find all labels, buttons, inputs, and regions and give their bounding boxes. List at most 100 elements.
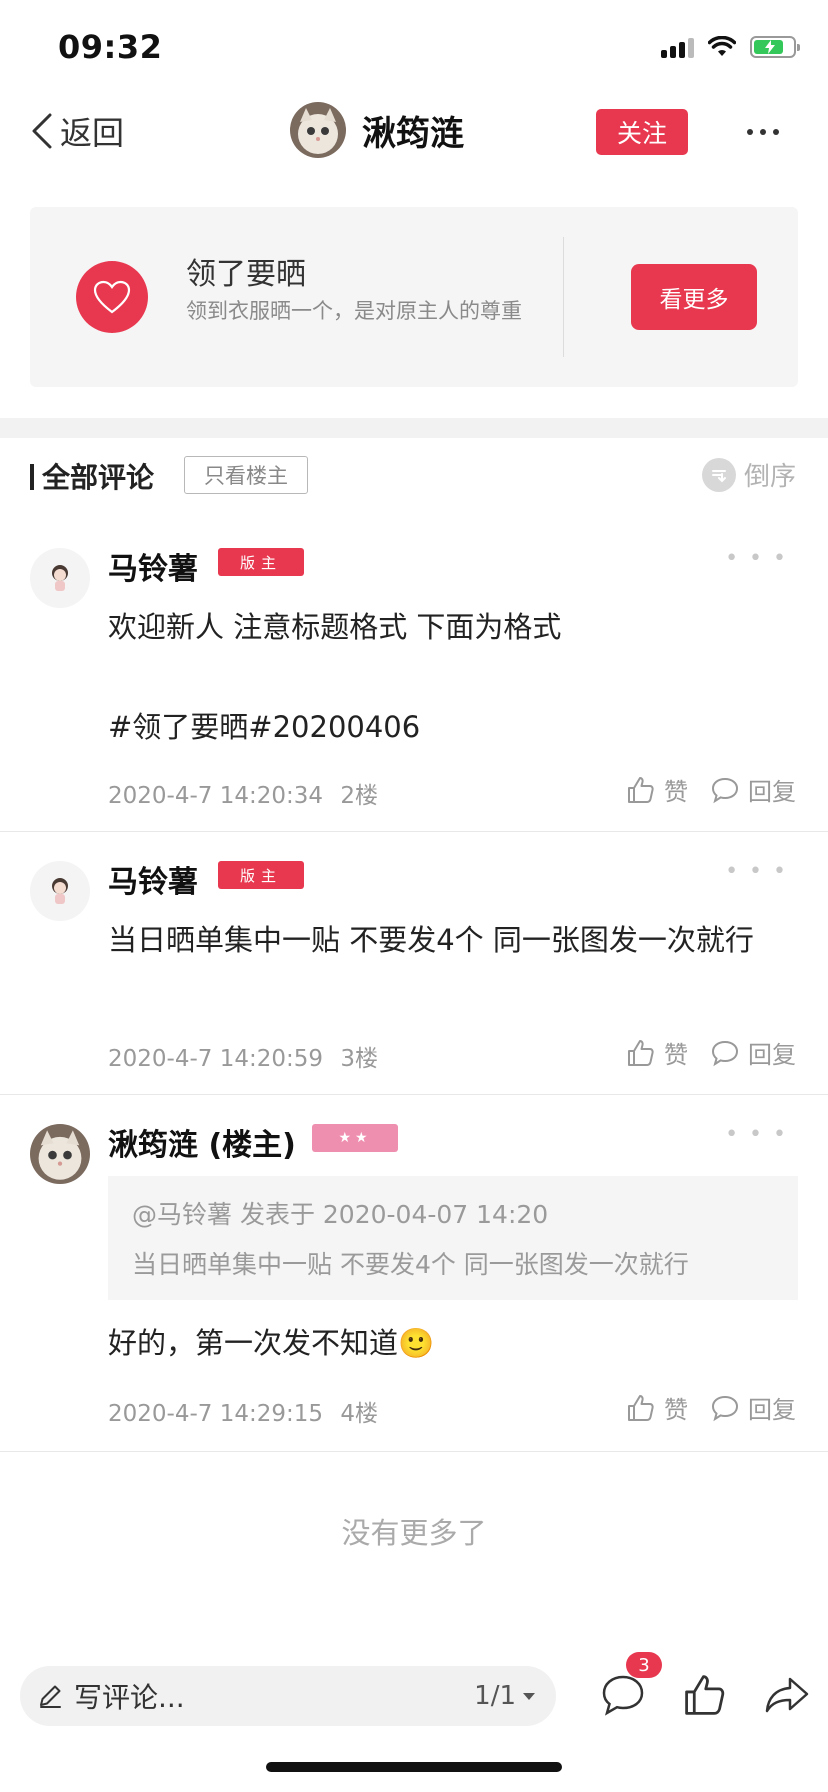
thumbs-up-icon: [628, 1394, 654, 1421]
like-label: 赞: [664, 778, 688, 806]
comment-floor: 2楼: [340, 783, 378, 809]
comment-actions: 赞 回复: [626, 1035, 796, 1070]
nav-bar: 返回 湫筠涟 关注: [0, 92, 828, 172]
forum-divider: [563, 237, 564, 357]
only-host-button[interactable]: 只看楼主: [184, 456, 308, 494]
back-label: 返回: [60, 114, 125, 152]
comment-item: 马铃薯 版主 • • • 当日晒单集中一贴 不要发4个 同一张图发一次就行 20…: [0, 833, 828, 1095]
thumbs-up-icon: [628, 1039, 654, 1066]
like-post-button[interactable]: [680, 1670, 730, 1720]
comment-floor: 3楼: [340, 1046, 378, 1072]
more-dots-icon[interactable]: • • •: [725, 1122, 788, 1147]
more-dots-icon[interactable]: • • •: [725, 546, 788, 571]
pencil-icon: [40, 1685, 61, 1708]
author-avatar[interactable]: [290, 102, 346, 158]
nav-author[interactable]: 湫筠涟: [290, 102, 464, 158]
commenter-avatar[interactable]: [30, 548, 90, 608]
comment-time: 2020-4-7 14:20:59: [108, 1046, 324, 1072]
caret-down-icon: [523, 1693, 535, 1700]
follow-button[interactable]: 关注: [596, 109, 688, 155]
like-button[interactable]: 赞: [626, 772, 688, 807]
comment-meta: 2020-4-7 14:20:34 2楼: [108, 776, 378, 810]
like-label: 赞: [664, 1396, 688, 1424]
comment-item: 马铃薯 版主 • • • 欢迎新人 注意标题格式 下面为格式 #领了要晒#202…: [0, 520, 828, 832]
page-indicator[interactable]: 1/1: [474, 1681, 536, 1711]
reply-label: 回复: [748, 1396, 796, 1424]
comment-meta: 2020-4-7 14:29:15 4楼: [108, 1394, 378, 1428]
status-time: 09:32: [58, 28, 163, 66]
comment-text: 欢迎新人 注意标题格式 下面为格式 #领了要晒#20200406: [108, 602, 800, 752]
comment-count-badge: 3: [626, 1652, 662, 1678]
comment-floor: 4楼: [340, 1401, 378, 1427]
comment-text: 好的，第一次发不知道🙂: [108, 1318, 800, 1368]
status-bar: 09:32: [0, 0, 828, 100]
see-more-button[interactable]: 看更多: [631, 264, 757, 330]
thumbs-up-icon: [628, 776, 654, 803]
comment-text: 当日晒单集中一贴 不要发4个 同一张图发一次就行: [108, 923, 754, 957]
forum-name: 领了要晒: [186, 257, 306, 292]
comment-actions: 赞 回复: [626, 1390, 796, 1425]
sort-button[interactable]: 倒序: [701, 456, 796, 493]
share-button[interactable]: [762, 1670, 812, 1720]
comments-title: 全部评论: [42, 461, 155, 494]
more-dots-icon[interactable]: [738, 112, 788, 152]
comment-item: 湫筠涟 (楼主) ★★ • • • @马铃薯 发表于 2020-04-07 14…: [0, 1096, 828, 1452]
speech-bubble-icon: [711, 777, 739, 803]
comment-actions: 赞 回复: [626, 772, 796, 807]
comment-line: 欢迎新人 注意标题格式 下面为格式: [108, 610, 562, 644]
moderator-badge: 版主: [218, 861, 304, 889]
no-more-text: 没有更多了: [341, 1516, 487, 1550]
commenter-name[interactable]: 马铃薯: [108, 544, 198, 588]
commenter-avatar[interactable]: [30, 1124, 90, 1184]
quote-text: 当日晒单集中一贴 不要发4个 同一张图发一次就行: [132, 1250, 689, 1279]
heart-icon: [76, 261, 148, 333]
quoted-comment[interactable]: @马铃薯 发表于 2020-04-07 14:20 当日晒单集中一贴 不要发4个…: [108, 1176, 798, 1300]
comment-time: 2020-4-7 14:29:15: [108, 1401, 324, 1427]
chevron-left-icon: [32, 113, 52, 149]
reply-button[interactable]: 回复: [710, 1390, 796, 1425]
thumbs-up-icon: [685, 1675, 725, 1715]
comment-line: #领了要晒#20200406: [108, 710, 421, 744]
smiley-emoji: 🙂: [398, 1326, 435, 1360]
speech-bubble-icon: [602, 1675, 644, 1716]
speech-bubble-icon: [711, 1395, 739, 1421]
comment-text-body: 好的，第一次发不知道: [108, 1326, 399, 1360]
comments-header: 全部评论 只看楼主 倒序: [0, 440, 828, 510]
reply-label: 回复: [748, 778, 796, 806]
signal-icon: [661, 36, 694, 58]
sort-icon: [701, 457, 736, 492]
sort-label: 倒序: [743, 462, 796, 492]
reply-button[interactable]: 回复: [710, 1035, 796, 1070]
moderator-badge: 版主: [218, 548, 304, 576]
commenter-avatar[interactable]: [30, 861, 90, 921]
like-button[interactable]: 赞: [626, 1035, 688, 1070]
battery-fill: [754, 40, 783, 54]
status-icons: [661, 36, 800, 58]
wifi-icon: [708, 36, 736, 56]
comment-input[interactable]: 写评论... 1/1: [20, 1666, 556, 1726]
author-name: 湫筠涟: [362, 113, 464, 154]
forum-card[interactable]: 领了要晒 领到衣服晒一个，是对原主人的尊重 看更多: [30, 207, 798, 387]
comment-input-placeholder: 写评论...: [74, 1681, 185, 1714]
commenter-name[interactable]: 马铃薯: [108, 857, 198, 901]
quote-header: @马铃薯 发表于 2020-04-07 14:20: [132, 1200, 549, 1229]
share-arrow-icon: [765, 1677, 809, 1713]
reply-label: 回复: [748, 1041, 796, 1069]
comment-time: 2020-4-7 14:20:34: [108, 783, 324, 809]
header-accent-bar: [30, 464, 34, 490]
battery-icon: [750, 36, 800, 58]
more-dots-icon[interactable]: • • •: [725, 859, 788, 884]
like-button[interactable]: 赞: [626, 1390, 688, 1425]
back-button[interactable]: 返回: [30, 108, 124, 154]
home-indicator: [266, 1762, 562, 1772]
comment-line: [108, 652, 800, 702]
reply-button[interactable]: 回复: [710, 772, 796, 807]
page-indicator-label: 1/1: [474, 1681, 516, 1711]
section-divider: [0, 418, 828, 438]
like-label: 赞: [664, 1041, 688, 1069]
forum-description: 领到衣服晒一个，是对原主人的尊重: [186, 299, 522, 323]
speech-bubble-icon: [711, 1040, 739, 1066]
commenter-name[interactable]: 湫筠涟 (楼主): [108, 1120, 296, 1164]
bottom-bar: 写评论... 1/1 3: [0, 1652, 828, 1750]
comment-meta: 2020-4-7 14:20:59 3楼: [108, 1039, 378, 1073]
